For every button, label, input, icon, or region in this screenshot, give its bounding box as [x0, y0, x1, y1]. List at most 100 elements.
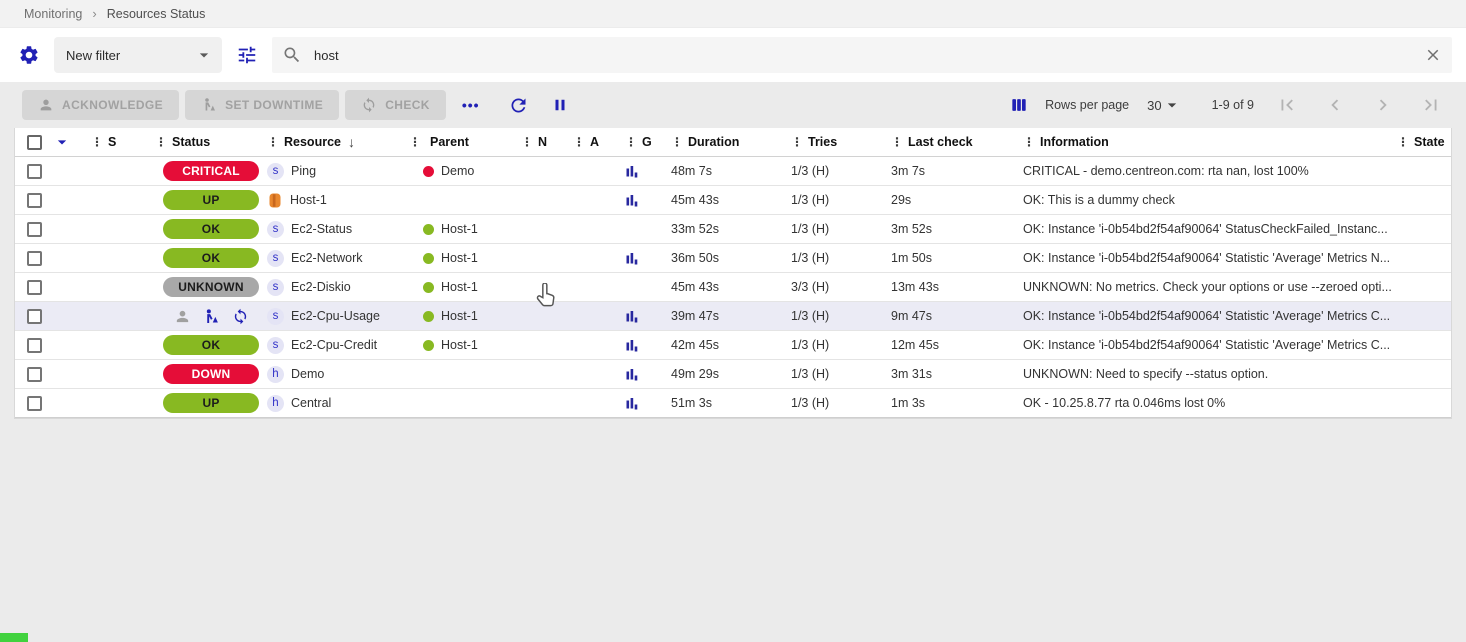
row-checkbox[interactable] — [27, 396, 42, 411]
pause-icon[interactable] — [551, 96, 569, 114]
row-checkbox[interactable] — [27, 367, 42, 382]
resource-cell[interactable]: sEc2-Network — [267, 250, 409, 267]
more-actions-icon[interactable]: ••• — [462, 97, 480, 113]
row-checkbox[interactable] — [27, 309, 42, 324]
table-row[interactable]: UPHost-145m 43s1/3 (H)29sOK: This is a d… — [15, 186, 1451, 215]
status-cell: UP — [155, 393, 267, 413]
parent-name: Host-1 — [441, 251, 478, 265]
table-row[interactable]: UPhCentral51m 3s1/3 (H)1m 3sOK - 10.25.8… — [15, 389, 1451, 418]
duration-cell: 51m 3s — [671, 396, 791, 410]
status-cell: OK — [155, 335, 267, 355]
status-chip: OK — [163, 248, 259, 268]
column-header-a[interactable]: ⋮A — [573, 135, 625, 149]
breadcrumb-monitoring[interactable]: Monitoring — [24, 7, 82, 21]
column-header-n[interactable]: ⋮N — [521, 135, 573, 149]
acknowledge-button[interactable]: ACKNOWLEDGE — [22, 90, 179, 120]
status-cell: UNKNOWN — [155, 277, 267, 297]
select-all-checkbox[interactable] — [27, 135, 42, 150]
pagination-range-label: 1-9 of 9 — [1212, 98, 1254, 112]
row-checkbox[interactable] — [27, 222, 42, 237]
graph-icon[interactable] — [625, 193, 639, 207]
duration-cell: 45m 43s — [671, 193, 791, 207]
column-header-state[interactable]: ⋮State — [1397, 135, 1451, 149]
graph-cell — [625, 367, 671, 381]
column-header-duration[interactable]: ⋮Duration — [671, 135, 791, 149]
refresh-icon[interactable] — [508, 95, 529, 116]
information-cell: OK: This is a dummy check — [1023, 193, 1397, 207]
tries-cell: 1/3 (H) — [791, 164, 891, 178]
resource-name: Ec2-Cpu-Credit — [291, 338, 377, 352]
resource-cell[interactable]: sPing — [267, 163, 409, 180]
row-checkbox[interactable] — [27, 164, 42, 179]
status-chip: OK — [163, 219, 259, 239]
resource-cell[interactable]: hDemo — [267, 366, 409, 383]
set-downtime-button[interactable]: SET DOWNTIME — [185, 90, 339, 120]
resource-cell[interactable]: Host-1 — [267, 192, 409, 209]
resources-table: ⋮S ⋮Status ⋮Resource↓ ⋮Parent ⋮N ⋮A ⋮G ⋮… — [14, 128, 1452, 419]
parent-cell: Host-1 — [409, 309, 521, 323]
next-page-icon[interactable] — [1372, 94, 1394, 116]
first-page-icon[interactable] — [1276, 94, 1298, 116]
edit-columns-icon[interactable] — [1009, 95, 1029, 115]
filter-select[interactable]: New filter — [54, 37, 222, 73]
column-header-tries[interactable]: ⋮Tries — [791, 135, 891, 149]
resource-cell[interactable]: sEc2-Cpu-Credit — [267, 337, 409, 354]
resource-cell[interactable]: sEc2-Cpu-Usage — [267, 308, 409, 325]
rows-per-page-label: Rows per page — [1045, 98, 1129, 112]
table-row[interactable]: OKsEc2-NetworkHost-136m 50s1/3 (H)1m 50s… — [15, 244, 1451, 273]
resource-cell[interactable]: hCentral — [267, 395, 409, 412]
column-header-information[interactable]: ⋮Information — [1023, 135, 1397, 149]
table-row[interactable]: sEc2-Cpu-UsageHost-139m 47s1/3 (H)9m 47s… — [15, 302, 1451, 331]
select-all-dropdown-icon[interactable] — [52, 132, 72, 152]
information-cell: OK - 10.25.8.77 rta 0.046ms lost 0% — [1023, 396, 1397, 410]
duration-cell: 36m 50s — [671, 251, 791, 265]
service-type-badge: s — [267, 308, 284, 325]
row-checkbox[interactable] — [27, 280, 42, 295]
search-input[interactable] — [314, 48, 1412, 63]
check-button[interactable]: CHECK — [345, 90, 446, 120]
last-page-icon[interactable] — [1420, 94, 1442, 116]
last-check-cell: 1m 3s — [891, 396, 1023, 410]
rows-per-page-select[interactable]: 30 — [1147, 95, 1181, 115]
status-cell: UP — [155, 190, 267, 210]
tries-cell: 1/3 (H) — [791, 338, 891, 352]
table-row[interactable]: OKsEc2-Cpu-CreditHost-142m 45s1/3 (H)12m… — [15, 331, 1451, 360]
graph-icon[interactable] — [625, 367, 639, 381]
column-header-status[interactable]: ⋮Status — [155, 135, 267, 149]
row-checkbox[interactable] — [27, 338, 42, 353]
clear-search-icon[interactable] — [1424, 46, 1442, 64]
tries-cell: 1/3 (H) — [791, 222, 891, 236]
advanced-filters-tune-icon[interactable] — [232, 44, 262, 66]
column-header-resource[interactable]: ⋮Resource↓ — [267, 134, 409, 150]
graph-icon[interactable] — [625, 164, 639, 178]
row-checkbox[interactable] — [27, 251, 42, 266]
table-row[interactable]: CRITICALsPingDemo48m 7s1/3 (H)3m 7sCRITI… — [15, 157, 1451, 186]
graph-icon[interactable] — [625, 251, 639, 265]
row-checkbox[interactable] — [27, 193, 42, 208]
drag-handle-icon: ⋮ — [791, 135, 803, 149]
graph-icon[interactable] — [625, 396, 639, 410]
drag-handle-icon: ⋮ — [671, 135, 683, 149]
table-row[interactable]: UNKNOWNsEc2-DiskioHost-145m 43s3/3 (H)13… — [15, 273, 1451, 302]
table-row[interactable]: DOWNhDemo49m 29s1/3 (H)3m 31sUNKNOWN: Ne… — [15, 360, 1451, 389]
settings-gear-icon[interactable] — [14, 44, 44, 66]
search-box — [272, 37, 1452, 73]
column-header-s[interactable]: ⋮S — [91, 135, 155, 149]
previous-page-icon[interactable] — [1324, 94, 1346, 116]
graph-icon[interactable] — [625, 338, 639, 352]
drag-handle-icon: ⋮ — [573, 135, 585, 149]
parent-name: Host-1 — [441, 222, 478, 236]
resource-name: Ec2-Status — [291, 222, 352, 236]
graph-cell — [625, 193, 671, 207]
breadcrumb-resources-status[interactable]: Resources Status — [107, 7, 206, 21]
sort-desc-icon: ↓ — [348, 134, 355, 150]
tries-cell: 1/3 (H) — [791, 251, 891, 265]
column-header-g[interactable]: ⋮G — [625, 135, 671, 149]
drag-handle-icon: ⋮ — [91, 135, 103, 149]
table-row[interactable]: OKsEc2-StatusHost-133m 52s1/3 (H)3m 52sO… — [15, 215, 1451, 244]
column-header-last-check[interactable]: ⋮Last check — [891, 135, 1023, 149]
resource-cell[interactable]: sEc2-Status — [267, 221, 409, 238]
graph-icon[interactable] — [625, 309, 639, 323]
resource-cell[interactable]: sEc2-Diskio — [267, 279, 409, 296]
column-header-parent[interactable]: ⋮Parent — [409, 135, 521, 149]
